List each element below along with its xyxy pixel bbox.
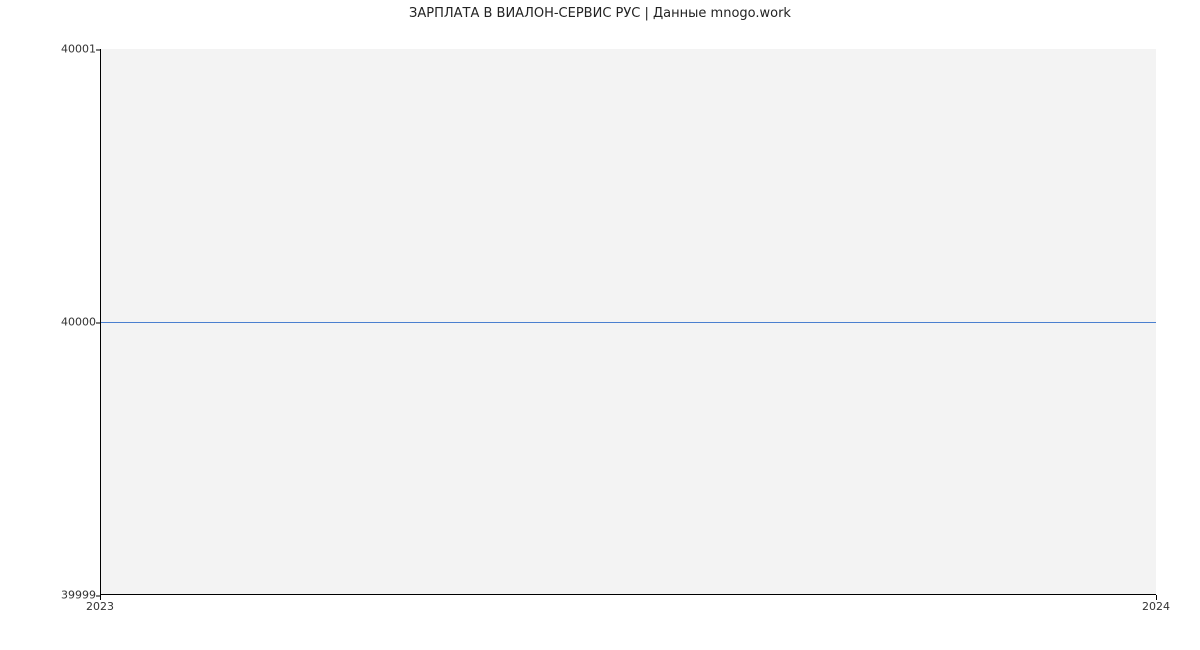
xtick-right-label: 2024 xyxy=(1142,600,1170,613)
xtick-left: 2023 xyxy=(86,600,114,613)
xtick-right: 2024 xyxy=(1142,600,1170,613)
xtick-left-label: 2023 xyxy=(86,600,114,613)
ytick-mid: 40000 xyxy=(6,316,96,329)
ytick-bottom: 39999 xyxy=(6,589,96,602)
ytick-mark xyxy=(96,49,101,50)
ytick-mark xyxy=(96,322,101,323)
ytick-top: 40001 xyxy=(6,43,96,56)
ytick-mid-label: 40000 xyxy=(61,316,96,329)
salary-line xyxy=(101,322,1156,323)
xtick-mark xyxy=(1156,595,1157,600)
ytick-top-label: 40001 xyxy=(61,43,96,56)
chart-title: ЗАРПЛАТА В ВИАЛОН-СЕРВИС РУС | Данные mn… xyxy=(0,6,1200,21)
plot-area xyxy=(100,49,1156,595)
xtick-mark xyxy=(100,595,101,600)
